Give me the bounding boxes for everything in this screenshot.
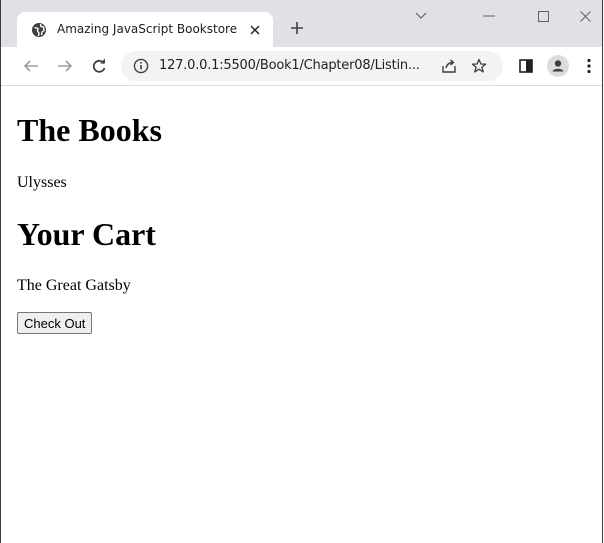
cart-item: The Great Gatsby xyxy=(17,277,131,294)
tab-search-button[interactable] xyxy=(401,0,441,32)
close-icon xyxy=(250,25,260,35)
info-icon[interactable] xyxy=(133,58,149,74)
books-heading: The Books xyxy=(17,112,162,148)
maximize-icon xyxy=(537,10,549,22)
book-item: Ulysses xyxy=(17,174,67,191)
reload-icon xyxy=(92,58,106,73)
kebab-menu-icon xyxy=(587,58,591,74)
side-panel-button[interactable] xyxy=(512,52,540,80)
tab-active[interactable]: Amazing JavaScript Bookstore xyxy=(17,12,273,47)
reload-button[interactable] xyxy=(85,52,113,80)
window-close-button[interactable] xyxy=(567,0,603,32)
tab-close-button[interactable] xyxy=(245,20,265,40)
tab-title: Amazing JavaScript Bookstore xyxy=(57,22,238,36)
chevron-down-icon xyxy=(415,12,427,19)
checkout-button[interactable]: Check Out xyxy=(17,312,93,334)
forward-button[interactable] xyxy=(51,52,79,80)
back-arrow-icon xyxy=(23,60,38,72)
page-content: The Books Ulysses Your Cart The Great Ga… xyxy=(1,86,602,543)
address-bar[interactable]: 127.0.0.1:5500/Book1/Chapter08/Listin... xyxy=(121,51,503,81)
profile-icon xyxy=(547,55,569,77)
back-button[interactable] xyxy=(17,52,45,80)
cart-heading: Your Cart xyxy=(17,216,156,252)
tab-strip: Amazing JavaScript Bookstore xyxy=(1,0,602,47)
globe-icon xyxy=(31,22,47,38)
close-icon xyxy=(579,10,591,22)
menu-button[interactable] xyxy=(577,52,601,80)
minimize-button[interactable] xyxy=(469,0,509,32)
star-icon[interactable] xyxy=(469,56,489,76)
side-panel-icon xyxy=(519,59,533,73)
url-text[interactable]: 127.0.0.1:5500/Book1/Chapter08/Listin... xyxy=(159,58,420,73)
share-icon[interactable] xyxy=(439,56,459,76)
forward-arrow-icon xyxy=(58,60,73,72)
plus-icon xyxy=(291,22,303,34)
new-tab-button[interactable] xyxy=(283,14,311,42)
profile-button[interactable] xyxy=(544,52,572,80)
maximize-button[interactable] xyxy=(523,0,563,32)
toolbar: 127.0.0.1:5500/Book1/Chapter08/Listin... xyxy=(1,47,602,86)
minimize-icon xyxy=(483,15,495,17)
browser-window: Amazing JavaScript Bookstore 127.0.0.1:5… xyxy=(0,0,603,543)
